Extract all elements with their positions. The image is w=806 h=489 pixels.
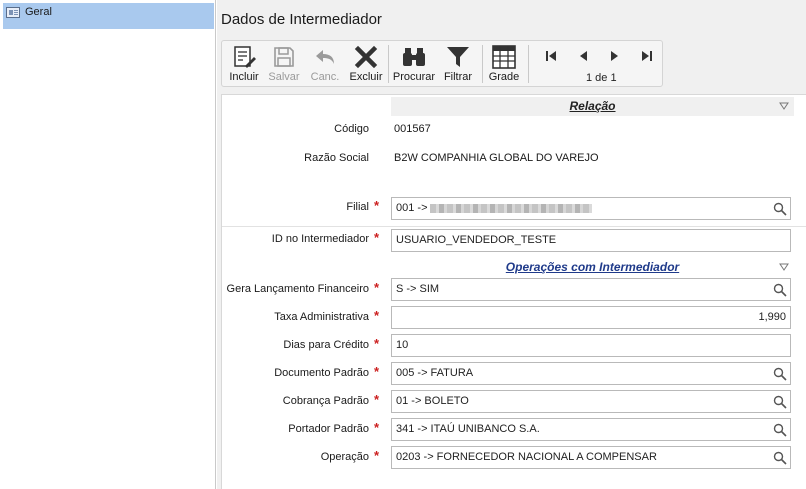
chevron-down-icon [779, 102, 789, 110]
divider [222, 226, 806, 227]
operacao-value: 0203 -> FORNECEDOR NACIONAL A COMPENSAR [396, 451, 657, 463]
toolbar-separator [388, 45, 389, 83]
cancel-button[interactable]: Canc. [310, 45, 340, 85]
binoculars-icon [403, 48, 425, 66]
codigo-value: 001567 [394, 123, 431, 135]
main-panel: Dados de Intermediador Incluir Salvar Ca… [217, 0, 806, 489]
id-intermediador-field[interactable]: USUARIO_VENDEDOR_TESTE [391, 229, 791, 252]
filial-value: 001 -> [396, 202, 428, 214]
filter-label: Filtrar [443, 71, 473, 83]
gera-lancamento-label: Gera Lançamento Financeiro [226, 283, 369, 295]
form-icon [6, 7, 20, 18]
toolbar: Incluir Salvar Canc. Excluir Procurar Fi… [221, 40, 663, 87]
cobranca-padrao-field[interactable]: 01 -> BOLETO [391, 390, 791, 413]
razao-social-value: B2W COMPANHIA GLOBAL DO VAREJO [394, 152, 599, 164]
required-marker: * [374, 392, 380, 407]
required-marker: * [374, 230, 380, 245]
required-marker: * [374, 336, 380, 351]
first-record-icon[interactable] [545, 49, 557, 63]
cobranca-padrao-value: 01 -> BOLETO [396, 395, 469, 407]
search-label: Procurar [392, 71, 436, 83]
record-pager: 1 de 1 [586, 72, 617, 84]
id-intermediador-value: USUARIO_VENDEDOR_TESTE [396, 234, 557, 246]
gera-lancamento-value: S -> SIM [396, 283, 440, 295]
cobranca-padrao-label: Cobrança Padrão [282, 395, 369, 407]
close-icon [354, 45, 378, 69]
grid-button[interactable]: Grade [487, 45, 521, 85]
filial-label: Filial [346, 201, 369, 213]
portador-padrao-label: Portador Padrão [288, 423, 369, 435]
operacao-label: Operação [320, 451, 369, 463]
taxa-administrativa-label: Taxa Administrativa [274, 311, 369, 323]
sidebar: Geral [0, 0, 216, 489]
filter-button[interactable]: Filtrar [441, 45, 475, 85]
toolbar-separator [528, 45, 529, 83]
redacted-text [429, 203, 592, 213]
taxa-administrativa-field[interactable]: 1,990 [391, 306, 791, 329]
cancel-label: Canc. [310, 71, 340, 83]
include-label: Incluir [229, 71, 259, 83]
section-relacao[interactable]: Relação [391, 97, 794, 116]
search-icon[interactable] [773, 451, 787, 465]
search-button[interactable]: Procurar [392, 45, 436, 85]
search-icon[interactable] [773, 367, 787, 381]
sidebar-item-label: Geral [25, 6, 52, 18]
undo-icon [316, 50, 334, 64]
required-marker: * [374, 448, 380, 463]
sidebar-item-geral[interactable]: Geral [3, 3, 214, 29]
gera-lancamento-field[interactable]: S -> SIM [391, 278, 791, 301]
operacao-field[interactable]: 0203 -> FORNECEDOR NACIONAL A COMPENSAR [391, 446, 791, 469]
required-marker: * [374, 198, 380, 213]
section-relacao-title: Relação [569, 99, 616, 113]
portador-padrao-value: 341 -> ITAÚ UNIBANCO S.A. [396, 423, 540, 435]
taxa-administrativa-value: 1,990 [758, 311, 786, 323]
include-button[interactable]: Incluir [226, 45, 262, 85]
search-icon[interactable] [773, 395, 787, 409]
documento-padrao-label: Documento Padrão [274, 367, 369, 379]
delete-button[interactable]: Excluir [349, 45, 383, 85]
required-marker: * [374, 420, 380, 435]
section-operacoes-title: Operações com Intermediador [505, 260, 680, 274]
grid-label: Grade [488, 71, 520, 83]
required-marker: * [374, 308, 380, 323]
filter-icon [447, 47, 469, 67]
dias-credito-label: Dias para Crédito [283, 339, 369, 351]
save-label: Salvar [268, 71, 300, 83]
grid-icon [492, 45, 516, 69]
next-record-icon[interactable] [609, 49, 621, 63]
dias-credito-value: 10 [396, 339, 409, 351]
toolbar-separator [482, 45, 483, 83]
portador-padrao-field[interactable]: 341 -> ITAÚ UNIBANCO S.A. [391, 418, 791, 441]
documento-padrao-value: 005 -> FATURA [396, 367, 474, 379]
include-icon [234, 46, 256, 68]
search-icon[interactable] [773, 423, 787, 437]
razao-social-label: Razão Social [304, 152, 369, 164]
delete-label: Excluir [349, 71, 383, 83]
section-operacoes[interactable]: Operações com Intermediador [391, 258, 794, 277]
required-marker: * [374, 364, 380, 379]
codigo-label: Código [334, 123, 369, 135]
search-icon[interactable] [773, 283, 787, 297]
filial-field[interactable]: 001 -> [391, 197, 791, 220]
documento-padrao-field[interactable]: 005 -> FATURA [391, 362, 791, 385]
previous-record-icon[interactable] [577, 49, 589, 63]
dias-credito-field[interactable]: 10 [391, 334, 791, 357]
chevron-down-icon [779, 263, 789, 271]
required-marker: * [374, 280, 380, 295]
id-intermediador-label: ID no Intermediador [271, 233, 369, 245]
last-record-icon[interactable] [641, 49, 653, 63]
form-panel: Relação Código 001567 Razão Social B2W C… [221, 94, 806, 489]
page-title: Dados de Intermediador [221, 11, 382, 28]
search-icon[interactable] [773, 202, 787, 216]
save-button[interactable]: Salvar [267, 45, 301, 85]
save-icon [274, 47, 294, 67]
